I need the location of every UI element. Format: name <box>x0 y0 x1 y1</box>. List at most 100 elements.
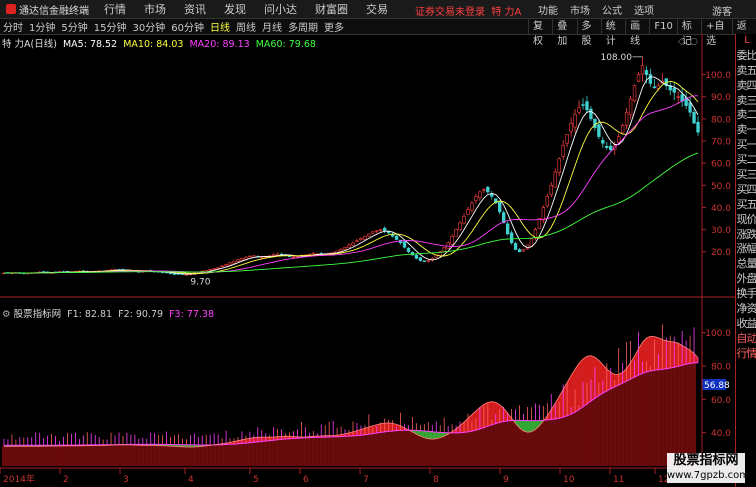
candle-body <box>505 223 510 235</box>
candle-body <box>168 272 173 275</box>
adjust-button[interactable]: 复权 <box>528 19 552 47</box>
x-tick-label: 5 <box>253 475 259 485</box>
candle-body <box>406 247 411 253</box>
candle-body <box>216 266 220 269</box>
period-1min[interactable]: 1分钟 <box>26 19 58 34</box>
period-5min[interactable]: 5分钟 <box>58 19 90 34</box>
candle-body <box>636 74 641 82</box>
indicator-band-top <box>495 402 500 424</box>
indicator-band-top <box>527 420 532 433</box>
menu-market[interactable]: 市场 <box>135 1 175 17</box>
candle-body <box>367 233 371 237</box>
y-tick-label: 40.0 <box>711 204 731 214</box>
sidebar-item: 卖二 <box>736 108 756 122</box>
period-intraday[interactable]: 分时 <box>0 19 26 34</box>
menu-quotes[interactable]: 行情 <box>95 1 135 17</box>
candle-body <box>545 196 550 207</box>
candle-body <box>692 111 696 124</box>
indicator-band-top <box>642 338 647 374</box>
current-value-label: 56.88 <box>704 381 730 391</box>
candle-body <box>418 257 423 261</box>
candle-body <box>172 273 177 275</box>
indicator-band-top <box>602 364 607 394</box>
period-15min[interactable]: 15分钟 <box>91 19 130 34</box>
indicator-band-top <box>658 337 663 370</box>
back-button[interactable]: 返回 <box>731 19 756 47</box>
login-status[interactable]: 证券交易未登录 特 力A <box>415 3 521 18</box>
candle-body <box>394 235 399 240</box>
y-tick-label: 100.0 <box>705 71 731 81</box>
period-more[interactable]: 更多 <box>321 19 347 34</box>
x-tick-label: 11 <box>613 475 624 485</box>
menu-options[interactable]: 选项 <box>628 2 660 17</box>
period-monthly[interactable]: 月线 <box>259 19 285 34</box>
candle-body <box>454 229 458 237</box>
period-multi[interactable]: 多周期 <box>285 19 321 34</box>
menu-news[interactable]: 资讯 <box>175 1 215 17</box>
main-price-chart: 20.0 30.0 40.0 50.0 60.0 70.0 80.0 90.0 100.0 108… <box>2 37 731 288</box>
sidebar-item: 总量 <box>736 257 756 271</box>
candle-body <box>640 65 645 75</box>
period-weekly[interactable]: 周线 <box>233 19 259 34</box>
ma-line-ma10 <box>3 80 699 274</box>
indicator-band-top <box>456 425 461 433</box>
candle-body <box>632 85 637 102</box>
period-60min[interactable]: 60分钟 <box>168 19 207 34</box>
candle-body <box>696 121 700 133</box>
candle-body <box>478 191 482 198</box>
sidebar-item[interactable]: 自动 <box>736 332 756 347</box>
stats-button[interactable]: 统计 <box>600 19 625 47</box>
candle-body <box>557 158 561 173</box>
candle-body <box>359 238 363 241</box>
sidebar-item: 涨跌 <box>736 227 756 241</box>
candle-body <box>260 256 264 259</box>
candle-body <box>490 193 494 197</box>
app-logo: 通达信金融终端 <box>0 2 95 17</box>
sidebar-item: 卖四 <box>736 78 756 92</box>
high-annotation: 108.00 <box>600 53 632 63</box>
f10-button[interactable]: F10 <box>649 19 676 34</box>
sidebar-item: 买一 <box>736 138 756 152</box>
candle-body <box>228 262 232 266</box>
menu-market-right[interactable]: 市场 <box>564 2 596 17</box>
period-daily[interactable]: 日线 <box>207 19 233 34</box>
candle-body <box>466 209 470 215</box>
menu-discover[interactable]: 发现 <box>215 1 255 17</box>
menu-trade[interactable]: 交易 <box>357 1 397 17</box>
indicator-band-top <box>384 422 389 432</box>
sidebar-item: 换手 <box>736 287 756 301</box>
indicator-band-top <box>483 402 488 428</box>
candle-body <box>561 145 565 157</box>
indicator-band-top <box>674 342 679 368</box>
candle-body <box>628 98 633 115</box>
period-30min[interactable]: 30分钟 <box>129 19 168 34</box>
sidebar-item: 净资 <box>736 302 756 316</box>
add-watchlist-button[interactable]: +自选 <box>701 19 732 47</box>
low-annotation: 9.70 <box>190 278 210 288</box>
menu-ask[interactable]: 问小达 <box>255 1 306 17</box>
sidebar-item: 外盘 <box>736 272 756 286</box>
menu-function[interactable]: 功能 <box>532 2 564 17</box>
draw-line-button[interactable]: 画线 <box>625 19 649 47</box>
x-tick-label: 10 <box>563 475 575 485</box>
chart-area[interactable]: 20.030.040.050.060.070.080.090.0100.0108… <box>0 34 735 487</box>
candle-body <box>363 235 367 240</box>
chart-marker-icon: ◇ <box>678 37 685 47</box>
overlay-button[interactable]: 叠加 <box>552 19 576 47</box>
candle-body <box>462 215 466 224</box>
indicator-band-top <box>694 353 699 363</box>
candle-body <box>379 229 383 231</box>
mark-button[interactable]: 标记 <box>676 19 701 47</box>
sidebar-item[interactable]: 行情 <box>736 347 756 362</box>
candle-body <box>521 249 526 252</box>
indicator-band-top <box>678 343 683 367</box>
y-tick-label: 30.0 <box>711 226 731 236</box>
multi-stock-button[interactable]: 多股 <box>576 19 601 47</box>
sidebar-item: 委比 <box>736 48 756 62</box>
sidebar-item: 卖一 <box>736 123 756 137</box>
y-tick-label: 60.0 <box>711 160 731 170</box>
menu-formula[interactable]: 公式 <box>596 2 628 17</box>
guest-label[interactable]: 游客 <box>712 3 732 18</box>
menu-wealth[interactable]: 财富圈 <box>306 1 357 17</box>
candle-body <box>458 222 462 231</box>
